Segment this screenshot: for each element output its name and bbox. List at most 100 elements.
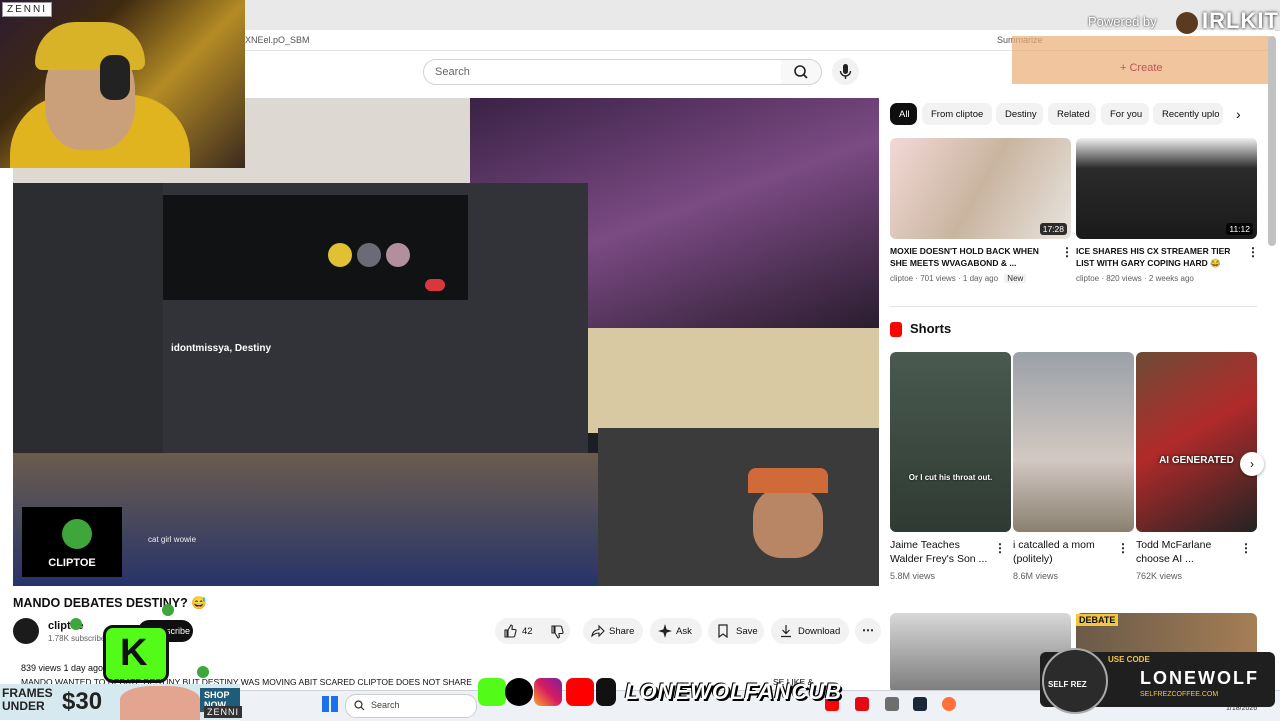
sidebar-video-title[interactable]: MOXIE DOESN'T HOLD BACK WHEN SHE MEETS W… xyxy=(890,245,1039,269)
more-vertical-icon[interactable]: ⋮ xyxy=(994,541,1006,555)
taskbar-search[interactable]: Search xyxy=(345,694,477,718)
zenni-ad-logo: ZENNI xyxy=(204,706,242,718)
chip-for-you[interactable]: For you xyxy=(1101,103,1149,125)
download-button[interactable]: Download xyxy=(771,618,849,644)
shorts-icon xyxy=(890,322,902,337)
zenni-logo: ZENNI xyxy=(2,2,52,17)
short-thumbnail[interactable] xyxy=(1013,352,1134,532)
chip-from-cliptoe[interactable]: From cliptoe xyxy=(922,103,992,125)
video-duration: 17:28 xyxy=(1039,223,1067,235)
share-button[interactable]: Share xyxy=(583,618,643,644)
chip-label: Recently uplo xyxy=(1162,109,1220,120)
save-label: Save xyxy=(736,626,758,637)
discord-group-name: idontmissya, Destiny xyxy=(171,343,272,354)
like-count[interactable]: 42 xyxy=(522,626,533,637)
video-thumbnail[interactable]: 17:28 xyxy=(890,138,1071,239)
short-title[interactable]: i catcalled a mom (politely) xyxy=(1013,538,1095,566)
short-thumbnail[interactable]: Or I cut his throat out. xyxy=(890,352,1011,532)
bookmark-icon xyxy=(718,624,728,638)
shorts-heading: Shorts xyxy=(910,321,952,336)
title-line: Jaime Teaches xyxy=(890,539,960,551)
voice-search-button[interactable] xyxy=(832,58,859,85)
frames-under-label: FRAMES UNDER xyxy=(2,686,53,713)
title-line: LIST WITH GARY COPING HARD 😂 xyxy=(1076,258,1221,268)
download-label: Download xyxy=(798,626,841,637)
browser-taskbar-icon[interactable] xyxy=(942,697,956,711)
title-line: ICE SHARES HIS CX STREAMER TIER xyxy=(1076,246,1231,256)
video-title-emoji: 😅 xyxy=(191,596,207,610)
short-views: 762K views xyxy=(1136,571,1183,581)
title-line: SHE MEETS WVAGABOND & ... xyxy=(890,258,1017,268)
more-horizontal-icon: ⋯ xyxy=(862,623,874,637)
video-views-date: 839 views 1 day ago xyxy=(21,663,104,673)
irlkit-logo-text: IRLKIT xyxy=(1202,8,1279,33)
video-thumbnail[interactable]: 11:12 xyxy=(1076,138,1257,239)
discord-sidebar xyxy=(13,183,163,453)
windows-start-icon[interactable] xyxy=(322,696,338,712)
instagram-icon xyxy=(534,678,562,706)
chip-related[interactable]: Related xyxy=(1048,103,1096,125)
cliptoe-watermark: CLIPTOE xyxy=(22,507,122,577)
title-line: Walder Frey's Son ... xyxy=(890,553,988,565)
short-title[interactable]: Jaime Teaches Walder Frey's Son ... xyxy=(890,538,987,566)
steam-taskbar-icon[interactable] xyxy=(913,697,927,711)
page-scrollbar[interactable] xyxy=(1268,36,1276,246)
address-text[interactable]: XNEel.pO_SBM xyxy=(245,35,310,45)
short-thumbnail[interactable]: AI GENERATED xyxy=(1136,352,1257,532)
more-actions-button[interactable]: ⋯ xyxy=(855,618,881,644)
short-views: 8.6M views xyxy=(1013,571,1059,581)
sidebar-video-title[interactable]: ICE SHARES HIS CX STREAMER TIER LIST WIT… xyxy=(1076,245,1230,269)
chip-all[interactable]: All xyxy=(890,103,917,125)
irlkit-logo-icon xyxy=(1176,12,1198,34)
headset-icon xyxy=(100,55,130,100)
chip-label: For you xyxy=(1110,109,1143,120)
video-player[interactable]: idontmissya, Destiny xyxy=(13,98,879,586)
discord-avatar xyxy=(328,243,352,267)
zenni-ad: FRAMES UNDER $30 SHOP NOW ZENNI xyxy=(0,684,242,720)
netflix-taskbar-icon[interactable] xyxy=(855,697,869,711)
powered-by-label: Powered by xyxy=(1088,14,1157,29)
selfrez-url: SELFREZCOFFEE.COM xyxy=(1140,691,1219,698)
search-icon xyxy=(354,700,365,711)
orange-cap xyxy=(748,468,828,493)
x-twitter-icon xyxy=(505,678,533,706)
ask-label: Ask xyxy=(676,626,692,637)
title-line: Todd McFarlane xyxy=(1136,539,1212,551)
tiktok-icon xyxy=(596,678,616,706)
more-vertical-icon[interactable]: ⋮ xyxy=(1240,541,1252,555)
title-line: MOXIE DOESN'T HOLD BACK WHEN xyxy=(890,246,1039,256)
channel-avatar[interactable] xyxy=(13,618,39,644)
share-icon xyxy=(591,624,605,638)
chip-destiny[interactable]: Destiny xyxy=(996,103,1043,125)
chevron-right-icon[interactable]: › xyxy=(1240,452,1264,476)
youtube-icon xyxy=(566,678,594,706)
microphone-icon xyxy=(839,64,852,79)
chip-recently-uploaded[interactable]: Recently uplo xyxy=(1153,103,1223,125)
save-button[interactable]: Save xyxy=(708,618,764,644)
ask-button[interactable]: Ask xyxy=(650,618,702,644)
sidebar-video-meta: cliptoe · 820 views · 2 weeks ago xyxy=(1076,274,1194,283)
create-button[interactable]: + Create xyxy=(1120,62,1163,74)
short-caption: Or I cut his throat out. xyxy=(908,473,993,482)
chip-label: From cliptoe xyxy=(931,109,984,120)
like-dislike-group: 42 xyxy=(495,618,570,644)
selfrez-ad: SELF REZ USE CODE LONEWOLF SELFREZCOFFEE… xyxy=(1040,648,1275,714)
app-taskbar-icon[interactable] xyxy=(885,697,899,711)
ad-model xyxy=(120,686,200,720)
hangup-icon xyxy=(425,279,445,291)
thumbs-down-icon[interactable] xyxy=(550,625,564,639)
more-vertical-icon[interactable]: ⋮ xyxy=(1061,245,1073,259)
chevron-right-icon[interactable]: › xyxy=(1236,106,1241,122)
video-chat-line: cat girl wowie xyxy=(148,535,197,544)
short-views: 5.8M views xyxy=(890,571,936,581)
search-button[interactable] xyxy=(781,59,822,85)
chip-label: Destiny xyxy=(1005,109,1037,120)
more-vertical-icon[interactable]: ⋮ xyxy=(1117,541,1129,555)
short-title[interactable]: Todd McFarlane choose AI ... xyxy=(1136,538,1211,566)
kick-logo: K xyxy=(103,625,169,683)
streamer-handle: LONEWOLFANCUB xyxy=(625,679,843,704)
more-vertical-icon[interactable]: ⋮ xyxy=(1247,245,1259,259)
debate-label: DEBATE xyxy=(1076,614,1119,626)
search-input[interactable]: Search xyxy=(423,59,783,85)
thumbs-up-icon[interactable] xyxy=(503,624,517,638)
